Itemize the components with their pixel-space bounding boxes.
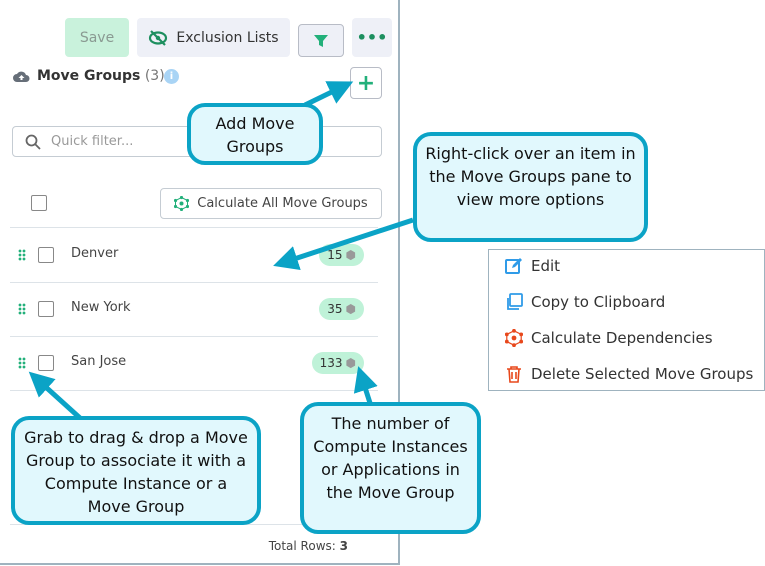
arrow bbox=[303, 81, 354, 108]
arrow bbox=[28, 371, 82, 420]
arrow bbox=[273, 217, 414, 270]
callout-count: The number of Compute Instances or Appli… bbox=[300, 402, 481, 534]
arrow bbox=[353, 366, 378, 404]
callout-drag: Grab to drag & drop a Move Group to asso… bbox=[11, 416, 261, 525]
callout-right-click: Right-click over an item in the Move Gro… bbox=[413, 132, 648, 242]
callout-add-move-groups: Add Move Groups bbox=[187, 103, 323, 165]
